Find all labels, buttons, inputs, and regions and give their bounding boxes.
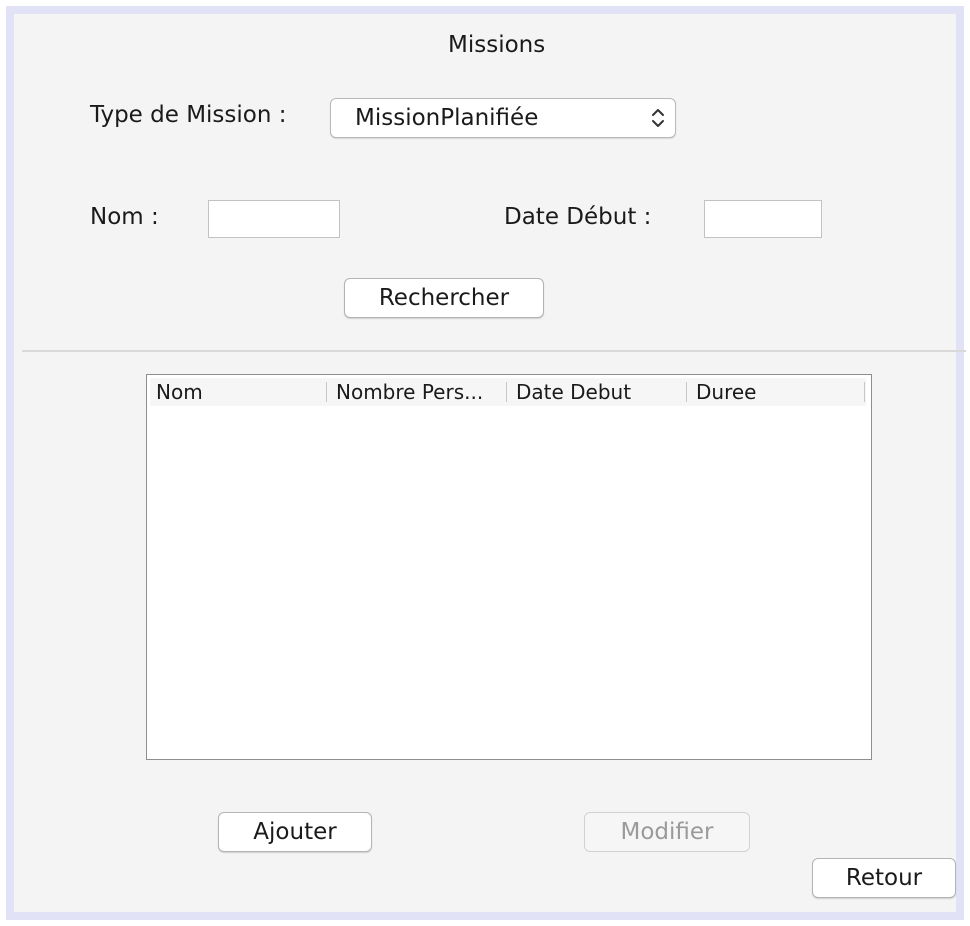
section-divider bbox=[22, 350, 966, 352]
column-header-date-debut[interactable]: Date Debut bbox=[510, 378, 686, 406]
mission-type-selected-value: MissionPlanifiée bbox=[355, 105, 539, 131]
up-down-chevron-icon bbox=[652, 109, 664, 127]
mission-type-label: Type de Mission : bbox=[90, 102, 287, 128]
name-field[interactable] bbox=[208, 200, 340, 238]
add-button[interactable]: Ajouter bbox=[218, 812, 372, 852]
search-button[interactable]: Rechercher bbox=[344, 278, 544, 318]
column-divider[interactable] bbox=[506, 382, 507, 402]
name-label: Nom : bbox=[90, 204, 159, 230]
missions-window: Missions Type de Mission : MissionPlanif… bbox=[6, 6, 966, 920]
column-divider[interactable] bbox=[686, 382, 687, 402]
column-header-nom[interactable]: Nom bbox=[150, 378, 326, 406]
column-header-nombre-personnes[interactable]: Nombre Pers... bbox=[330, 378, 506, 406]
column-divider bbox=[864, 382, 865, 402]
missions-table[interactable]: Nom Nombre Pers... Date Debut Duree bbox=[146, 374, 872, 760]
back-button[interactable]: Retour bbox=[812, 858, 956, 898]
start-date-label: Date Début : bbox=[504, 204, 652, 230]
mission-type-select[interactable]: MissionPlanifiée bbox=[330, 98, 676, 138]
edit-button[interactable]: Modifier bbox=[584, 812, 750, 852]
column-divider[interactable] bbox=[326, 382, 327, 402]
name-input[interactable] bbox=[209, 201, 339, 237]
column-header-duree[interactable]: Duree bbox=[690, 378, 862, 406]
window-title: Missions bbox=[448, 32, 546, 58]
start-date-field[interactable] bbox=[704, 200, 822, 238]
table-header: Nom Nombre Pers... Date Debut Duree bbox=[150, 378, 866, 406]
start-date-input[interactable] bbox=[705, 201, 821, 237]
